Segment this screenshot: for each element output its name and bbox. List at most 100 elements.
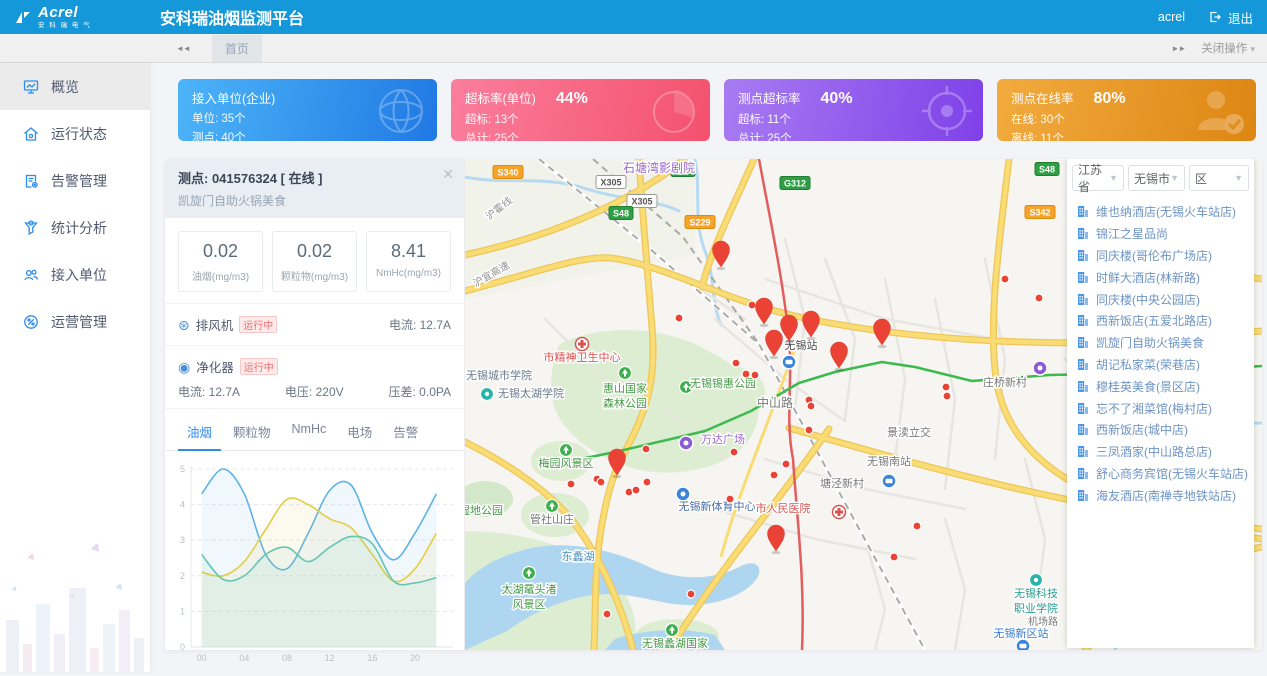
monitor-point-detail-panel: 测点: 041576324 [ 在线 ] 凯旋门自助火锅美食 ✕ 0.02 油烟… bbox=[165, 159, 465, 650]
map-dot-marker[interactable] bbox=[742, 370, 750, 378]
building-icon bbox=[1077, 249, 1089, 262]
close-icon[interactable]: ✕ bbox=[442, 166, 454, 183]
building-icon bbox=[1077, 227, 1089, 240]
poi-list-item[interactable]: 时鲜大酒店(林新路) bbox=[1077, 266, 1249, 288]
map-label: 湿地公园 bbox=[465, 504, 503, 517]
map-dot-marker[interactable] bbox=[751, 371, 759, 379]
map-dot-marker[interactable] bbox=[642, 445, 650, 453]
page-title: 安科瑞油烟监测平台 bbox=[160, 5, 1158, 29]
poi-list-item[interactable]: 忘不了湘菜馆(梅村店) bbox=[1077, 397, 1249, 419]
card-title: 测点超标率 bbox=[738, 88, 801, 107]
poi-list-item[interactable]: 舒心商务宾馆(无锡火车站店) bbox=[1077, 463, 1249, 485]
poi-list-item[interactable]: 西新饭店(五爱北路店) bbox=[1077, 310, 1249, 332]
device-field: 电流: 12.7A bbox=[389, 316, 451, 333]
map-label: 风景区 bbox=[513, 598, 546, 611]
map-dot-marker[interactable] bbox=[732, 359, 740, 367]
svg-text:20: 20 bbox=[410, 653, 420, 663]
map-label: 景渎立交 bbox=[887, 425, 931, 439]
building-icon bbox=[1077, 489, 1089, 502]
logout-button[interactable]: 退出 bbox=[1228, 8, 1253, 27]
map-dot-marker[interactable] bbox=[603, 610, 611, 618]
map-dot-marker[interactable] bbox=[597, 478, 605, 486]
map-label: 无锡南站 bbox=[867, 454, 911, 468]
svg-text:3: 3 bbox=[180, 535, 185, 545]
sidebar-item-connected-units[interactable]: 接入单位 bbox=[0, 251, 150, 298]
sidebar-item-statistics[interactable]: 统计分析 bbox=[0, 204, 150, 251]
poi-list-item[interactable]: 西新饭店(城中店) bbox=[1077, 419, 1249, 441]
collapse-tabs-icon[interactable]: ◄◄ bbox=[176, 44, 190, 53]
map-dot-marker[interactable] bbox=[567, 480, 575, 488]
poi-list-item[interactable]: 锦江之星品尚 bbox=[1077, 223, 1249, 245]
fan-icon: ⊛ bbox=[178, 318, 190, 332]
expand-tabs-icon[interactable]: ►► bbox=[1171, 44, 1185, 53]
road-shield: S342 bbox=[1025, 206, 1055, 219]
svg-text:16: 16 bbox=[367, 653, 377, 663]
map-label: 职业学院 bbox=[1014, 601, 1058, 615]
poi-list-item[interactable]: 三凤酒家(中山路总店) bbox=[1077, 441, 1249, 463]
metric-nmhc: 8.41 NmHc(mg/m3) bbox=[366, 231, 451, 292]
poi-list-item[interactable]: 凯旋门自助火锅美食 bbox=[1077, 332, 1249, 354]
overview-icon bbox=[22, 78, 40, 96]
map-dot-marker[interactable] bbox=[748, 301, 756, 309]
poi-list-item[interactable]: 穆桂英美食(景区店) bbox=[1077, 375, 1249, 397]
metric-smoke: 0.02 油烟(mg/m3) bbox=[178, 231, 263, 292]
map-dot-marker[interactable] bbox=[730, 448, 738, 456]
stat-card-online-rate: 测点在线率 80% 在线: 30个 离线: 11个 bbox=[997, 79, 1256, 141]
map-dot-marker[interactable] bbox=[770, 471, 778, 479]
poi-list-item[interactable]: 维也纳酒店(无锡火车站店) bbox=[1077, 201, 1249, 223]
map-dot-marker[interactable] bbox=[913, 522, 921, 530]
map-dot-marker[interactable] bbox=[890, 553, 898, 561]
province-select[interactable]: 江苏省▼ bbox=[1072, 165, 1124, 191]
svg-text:5: 5 bbox=[180, 464, 185, 474]
username[interactable]: acrel bbox=[1158, 10, 1185, 24]
map-label: 无锡科技 bbox=[1014, 586, 1058, 600]
map-dot-marker[interactable] bbox=[805, 426, 813, 434]
sidebar-item-running-status[interactable]: 运行状态 bbox=[0, 110, 150, 157]
map-dot-marker[interactable] bbox=[807, 402, 815, 410]
map-poi-stadium-icon bbox=[676, 487, 690, 501]
sidebar-watermark: ♥ ♥ ♥ ♥ ♥ bbox=[0, 542, 150, 672]
road-shield: X305 bbox=[596, 176, 626, 189]
svg-text:X305: X305 bbox=[600, 178, 621, 188]
tab-alarm[interactable]: 告警 bbox=[384, 418, 427, 450]
detail-header: 测点: 041576324 [ 在线 ] 凯旋门自助火锅美食 ✕ bbox=[165, 159, 464, 218]
card-title: 超标率(单位) bbox=[465, 88, 536, 107]
device-field: 压差: 0.0PA bbox=[389, 383, 451, 400]
acrel-logo-icon bbox=[14, 10, 32, 25]
poi-list-item[interactable]: 海友酒店(南禅寺地铁站店) bbox=[1077, 484, 1249, 506]
map-dot-marker[interactable] bbox=[1035, 294, 1043, 302]
sidebar-item-overview[interactable]: 概览 bbox=[0, 63, 150, 110]
map-label: 无锡新体育中心 bbox=[679, 499, 756, 513]
road-shield: X305 bbox=[627, 195, 657, 208]
map-dot-marker[interactable] bbox=[942, 383, 950, 391]
device-field: 电压: 220V bbox=[285, 383, 344, 400]
poi-list-item[interactable]: 同庆楼(中央公园店) bbox=[1077, 288, 1249, 310]
poi-list-item[interactable]: 胡记私家菜(荣巷店) bbox=[1077, 354, 1249, 376]
map-dot-marker[interactable] bbox=[782, 460, 790, 468]
map-dot-marker[interactable] bbox=[643, 478, 651, 486]
map-poi-hospital-icon bbox=[833, 506, 846, 519]
map-poi-tree-icon bbox=[546, 500, 559, 513]
poi-list-item[interactable]: 同庆楼(哥伦布广场店) bbox=[1077, 245, 1249, 267]
map-dot-marker[interactable] bbox=[632, 486, 640, 494]
device-field: 电流: 12.7A bbox=[178, 383, 240, 400]
map-dot-marker[interactable] bbox=[687, 590, 695, 598]
map-dot-marker[interactable] bbox=[726, 495, 734, 503]
tab-particles[interactable]: 颗粒物 bbox=[224, 418, 280, 450]
map-dot-marker[interactable] bbox=[943, 392, 951, 400]
tab-actions-dropdown[interactable]: 关闭操作 ▾ bbox=[1201, 40, 1255, 56]
map-dot-marker[interactable] bbox=[675, 314, 683, 322]
tab-efield[interactable]: 电场 bbox=[338, 418, 381, 450]
tab-home[interactable]: 首页 bbox=[212, 35, 262, 62]
tab-nmhc[interactable]: NmHc bbox=[283, 418, 336, 450]
tab-smoke[interactable]: 油烟 bbox=[178, 418, 221, 451]
sidebar-item-operations[interactable]: 运营管理 bbox=[0, 298, 150, 345]
brand-logo: Acrel 安 科 瑞 电 气 bbox=[14, 5, 150, 30]
city-select[interactable]: 无锡市▼ bbox=[1128, 165, 1185, 191]
building-icon bbox=[1077, 358, 1089, 371]
sidebar-item-alarm-management[interactable]: 告警管理 bbox=[0, 157, 150, 204]
map-label: 惠山国家 bbox=[603, 381, 647, 395]
map-dot-marker[interactable] bbox=[1001, 275, 1009, 283]
stat-cards-row: 接入单位(企业) 单位: 35个 测点: 40个 超标率(单位) 44% 超标:… bbox=[150, 63, 1267, 141]
district-select[interactable]: 区▼ bbox=[1189, 165, 1249, 191]
